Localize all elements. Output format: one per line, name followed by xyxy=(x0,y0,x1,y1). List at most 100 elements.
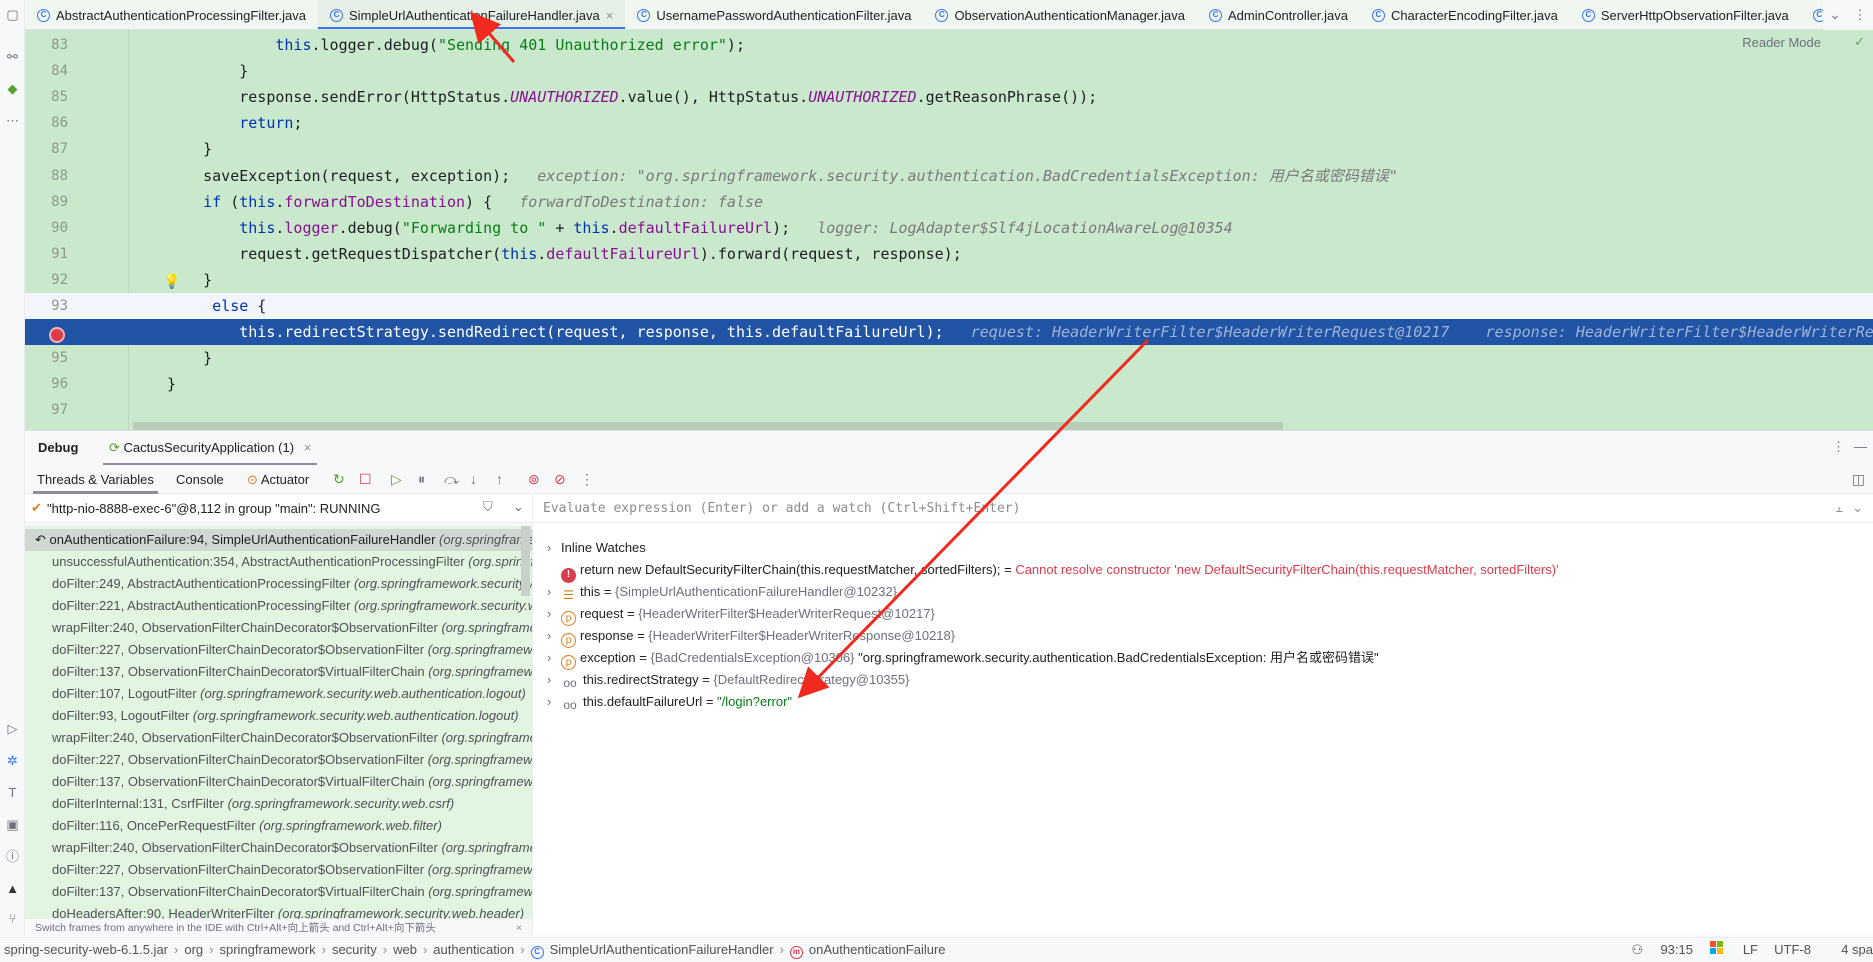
problems-icon[interactable]: ⓘ xyxy=(4,848,21,865)
close-icon[interactable]: × xyxy=(516,919,522,937)
breadcrumb-item[interactable]: security xyxy=(332,938,377,962)
stack-frame[interactable]: wrapFilter:240, ObservationFilterChainDe… xyxy=(25,837,532,859)
structure-icon[interactable]: ⚯ xyxy=(4,48,21,65)
more-vert-icon[interactable]: ⋮ xyxy=(1832,439,1845,455)
breadcrumb-item[interactable]: onAuthenticationFailure xyxy=(809,938,946,962)
pause-icon[interactable]: ⏸ xyxy=(418,471,425,488)
stack-frame[interactable]: doFilterInternal:131, CsrfFilter (org.sp… xyxy=(25,793,532,815)
bulb-icon[interactable]: 💡 xyxy=(163,273,180,290)
thread-selector[interactable]: ✔ "http-nio-8888-exec-6"@8,112 in group … xyxy=(25,494,532,523)
stack-frame[interactable]: ↶ onAuthenticationFailure:94, SimpleUrlA… xyxy=(25,529,532,551)
stack-frame[interactable]: doFilter:137, ObservationFilterChainDeco… xyxy=(25,661,532,683)
mute-breakpoints-icon[interactable]: ⊘ xyxy=(554,471,566,488)
tabs-overflow[interactable]: ⌄ ⋮ xyxy=(1823,0,1873,30)
view-breakpoints-icon[interactable]: ⊚ xyxy=(528,471,540,488)
variable-row[interactable]: › oo this.redirectStrategy = {DefaultRedir… xyxy=(547,669,909,691)
evaluate-expression-input[interactable]: Evaluate expression (Enter) or add a wat… xyxy=(533,494,1873,523)
stack-frame[interactable]: doFilter:137, ObservationFilterChainDeco… xyxy=(25,881,532,903)
breadcrumb-item[interactable]: spring-security-web-6.1.5.jar xyxy=(4,938,168,962)
class-icon: C xyxy=(530,946,544,959)
file-encoding[interactable]: UTF-8 xyxy=(1774,938,1811,962)
chevron-down-icon[interactable]: ⌄ xyxy=(1852,500,1863,516)
tab-1[interactable]: C SimpleUrlAuthenticationFailureHandler.j… xyxy=(318,0,626,29)
terminal-icon[interactable]: ▣ xyxy=(4,816,21,833)
chevron-right-icon[interactable]: › xyxy=(547,691,561,713)
stack-frame[interactable]: doFilter:227, ObservationFilterChainDeco… xyxy=(25,859,532,881)
tab-threads-variables[interactable]: Threads & Variables xyxy=(33,465,158,494)
chevron-right-icon[interactable]: › xyxy=(547,647,561,669)
chevron-down-icon[interactable]: ⌄ xyxy=(513,499,524,515)
tab-5[interactable]: C CharacterEncodingFilter.java xyxy=(1360,0,1570,29)
stack-frame[interactable]: doHeadersAfter:90, HeaderWriterFilter (o… xyxy=(25,903,532,919)
rerun-icon[interactable]: ↻ xyxy=(333,471,345,488)
add-watch-icon[interactable]: ⫠ xyxy=(1835,500,1843,516)
stack-frame[interactable]: doFilter:137, ObservationFilterChainDeco… xyxy=(25,771,532,793)
vcs-icon[interactable]: ⚇ xyxy=(1631,938,1643,962)
chevron-right-icon[interactable]: › xyxy=(547,581,561,603)
variable-row[interactable]: › p request = {HeaderWriterFilter$HeaderWr… xyxy=(547,603,935,626)
code-editor[interactable]: 83 this.logger.debug("Sending 401 Unauth… xyxy=(25,30,1873,430)
tab-3[interactable]: C ObservationAuthenticationManager.java xyxy=(923,0,1197,29)
stop-icon[interactable]: ☐ xyxy=(359,471,372,488)
filter-icon[interactable]: ⛉ xyxy=(483,499,493,515)
variable-row[interactable]: ! return new DefaultSecurityFilterChain(t… xyxy=(547,559,1559,583)
indent-setting[interactable]: 4 spa xyxy=(1841,938,1873,962)
stack-frame[interactable]: unsuccessfulAuthentication:354, Abstract… xyxy=(25,551,532,573)
horizontal-scrollbar[interactable] xyxy=(133,422,1283,430)
breakpoint-icon[interactable] xyxy=(49,327,65,343)
project-folder-icon[interactable]: ▢ xyxy=(4,6,21,23)
stack-frame[interactable]: doFilter:249, AbstractAuthenticationProc… xyxy=(25,573,532,595)
stack-frame[interactable]: wrapFilter:240, ObservationFilterChainDe… xyxy=(25,727,532,749)
breadcrumb-item[interactable]: org xyxy=(184,938,203,962)
breadcrumb-item[interactable]: springframework xyxy=(220,938,316,962)
chevron-right-icon[interactable]: › xyxy=(547,669,561,691)
variable-row[interactable]: › p response = {HeaderWriterFilter$HeaderW… xyxy=(547,625,955,648)
breadcrumb-item[interactable]: SimpleUrlAuthenticationFailureHandler xyxy=(550,938,774,962)
tab-0[interactable]: C AbstractAuthenticationProcessingFilter.… xyxy=(25,0,318,29)
stack-frame[interactable]: doFilter:227, ObservationFilterChainDeco… xyxy=(25,749,532,771)
session-tab[interactable]: ⟳ CactusSecurityApplication (1) × xyxy=(103,431,318,466)
chevron-right-icon[interactable]: › xyxy=(547,537,561,559)
resume-icon[interactable]: ▷ xyxy=(391,471,402,488)
stack-frame[interactable]: doFilter:221, AbstractAuthenticationProc… xyxy=(25,595,532,617)
stack-frame[interactable]: wrapFilter:240, ObservationFilterChainDe… xyxy=(25,617,532,639)
more-icon[interactable]: ⋯ xyxy=(4,112,21,129)
stack-frame[interactable]: doFilter:107, LogoutFilter (org.springfr… xyxy=(25,683,532,705)
debug-icon[interactable]: ✲ xyxy=(4,752,21,769)
more-icon[interactable]: ⋮ xyxy=(580,471,594,488)
close-icon[interactable]: × xyxy=(606,8,614,23)
tab-console[interactable]: Console xyxy=(176,465,224,494)
warning-icon[interactable]: ▲ xyxy=(4,880,21,897)
variable-row[interactable]: › oo this.defaultFailureUrl = "/login?erro… xyxy=(547,691,792,713)
layout-icon[interactable]: ◫ xyxy=(1852,471,1865,488)
minimize-icon[interactable]: — xyxy=(1854,439,1867,454)
more-vert-icon[interactable]: ⋮ xyxy=(1853,7,1866,23)
jrebel-icon[interactable]: ◆ xyxy=(4,80,21,97)
step-into-icon[interactable]: ↓ xyxy=(470,471,477,487)
tab-4[interactable]: C AdminController.java xyxy=(1197,0,1360,29)
breadcrumb-item[interactable]: web xyxy=(393,938,417,962)
step-over-icon[interactable]: ⤼ xyxy=(444,471,459,488)
variable-row[interactable]: › ☰ this = {SimpleUrlAuthenticationFailure… xyxy=(547,581,897,603)
breadcrumb-item[interactable]: authentication xyxy=(433,938,514,962)
tab-actuator[interactable]: ⊙ Actuator xyxy=(247,465,309,494)
stack-frame[interactable]: doFilter:227, ObservationFilterChainDeco… xyxy=(25,639,532,661)
reader-mode-toggle[interactable]: Reader Mode xyxy=(1742,35,1821,50)
tab-2[interactable]: C UsernamePasswordAuthenticationFilter.ja… xyxy=(625,0,923,29)
build-icon[interactable]: T xyxy=(4,784,21,801)
line-separator[interactable]: LF xyxy=(1743,938,1758,962)
close-icon[interactable]: × xyxy=(304,440,312,455)
stack-frame[interactable]: doFilter:116, OncePerRequestFilter (org.… xyxy=(25,815,532,837)
cursor-position[interactable]: 93:15 xyxy=(1660,938,1693,962)
chevron-right-icon[interactable]: › xyxy=(547,603,561,625)
variable-row[interactable]: › p exception = {BadCredentialsException@1… xyxy=(547,647,1379,670)
frames-scrollbar[interactable] xyxy=(521,526,530,596)
step-out-icon[interactable]: ↑ xyxy=(496,471,503,487)
tab-6[interactable]: C ServerHttpObservationFilter.java xyxy=(1570,0,1801,29)
run-icon[interactable]: ▷ xyxy=(4,720,21,737)
git-icon[interactable]: ⑂ xyxy=(4,910,21,927)
chevron-right-icon[interactable]: › xyxy=(547,625,561,647)
stack-frame[interactable]: doFilter:93, LogoutFilter (org.springfra… xyxy=(25,705,532,727)
variable-row[interactable]: › Inline Watches xyxy=(547,537,646,559)
chevron-down-icon[interactable]: ⌄ xyxy=(1830,7,1841,23)
